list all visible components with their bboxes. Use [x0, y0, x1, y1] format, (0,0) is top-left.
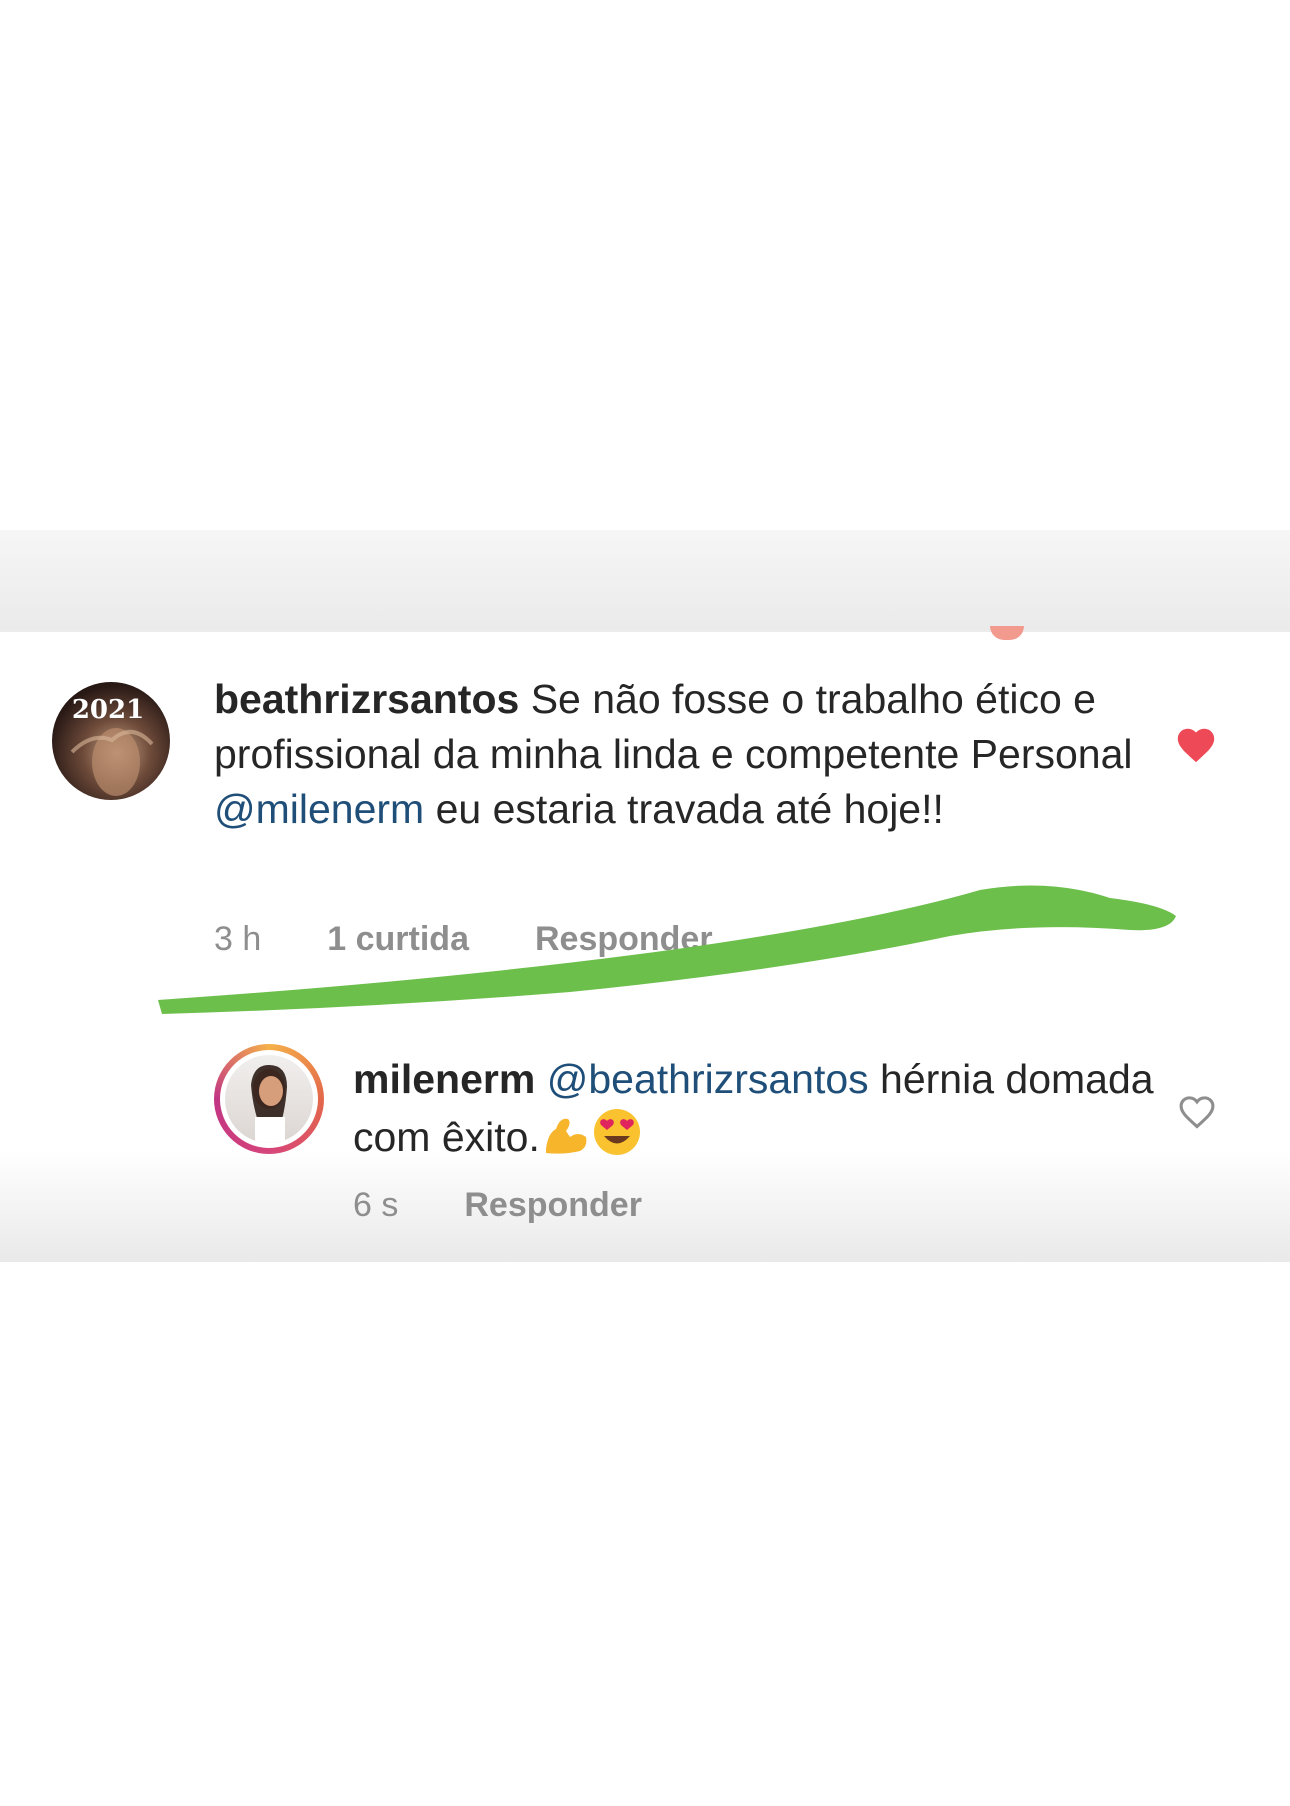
- comment-username[interactable]: beathrizrsantos: [214, 676, 519, 722]
- avatar-year-text: 2021: [72, 695, 144, 725]
- bottom-shade: [0, 1150, 1290, 1262]
- reply-meta: 6 s Responder: [353, 1186, 642, 1225]
- comment-text-part: eu estaria travada até hoje!!: [424, 786, 944, 832]
- heart-filled-icon: [1177, 728, 1215, 763]
- avatar-photo: [225, 1055, 313, 1143]
- reply-username[interactable]: milenerm: [353, 1056, 535, 1102]
- top-shade: [0, 530, 1290, 632]
- reply-mention[interactable]: @beathrizrsantos: [547, 1056, 869, 1102]
- notification-dot: [990, 626, 1024, 640]
- like-button[interactable]: [1174, 724, 1218, 769]
- avatar-beathrizrsantos[interactable]: 2021: [52, 682, 170, 800]
- reply-time: 6 s: [353, 1186, 399, 1224]
- story-ring[interactable]: [214, 1044, 324, 1154]
- comment-meta: 3 h 1 curtida Responder: [214, 920, 713, 959]
- comment-likes-link[interactable]: 1 curtida: [327, 920, 469, 959]
- comment-time: 3 h: [214, 920, 262, 958]
- avatar-photo: 2021: [70, 695, 154, 796]
- like-button[interactable]: [1176, 1092, 1218, 1135]
- reply-button[interactable]: Responder: [464, 1186, 642, 1225]
- avatar-milenerm: [220, 1050, 318, 1148]
- reply-button[interactable]: Responder: [535, 920, 713, 959]
- comment-mention[interactable]: @milenerm: [214, 786, 424, 832]
- heart-outline-icon: [1179, 1096, 1215, 1129]
- comment-body: beathrizrsantos Se não fosse o trabalho …: [214, 672, 1144, 837]
